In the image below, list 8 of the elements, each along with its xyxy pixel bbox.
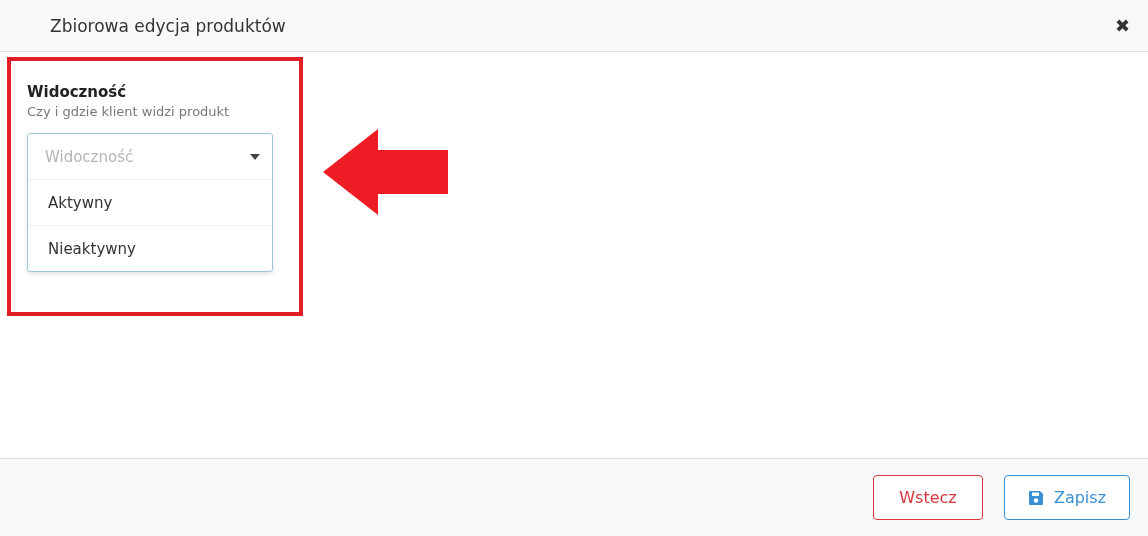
close-button[interactable]: ✖ (1114, 15, 1130, 36)
field-label: Widoczność (27, 83, 128, 101)
caret-icon (250, 153, 260, 160)
dropdown-option[interactable]: Nieaktywny (28, 225, 272, 271)
window-title: Zbiorowa edycja produktów (50, 15, 286, 36)
back-button[interactable]: Wstecz (873, 475, 983, 520)
field-hint: Czy i gdzie klient widzi produkt (27, 104, 231, 119)
dropdown-option[interactable]: Aktywny (28, 180, 272, 225)
